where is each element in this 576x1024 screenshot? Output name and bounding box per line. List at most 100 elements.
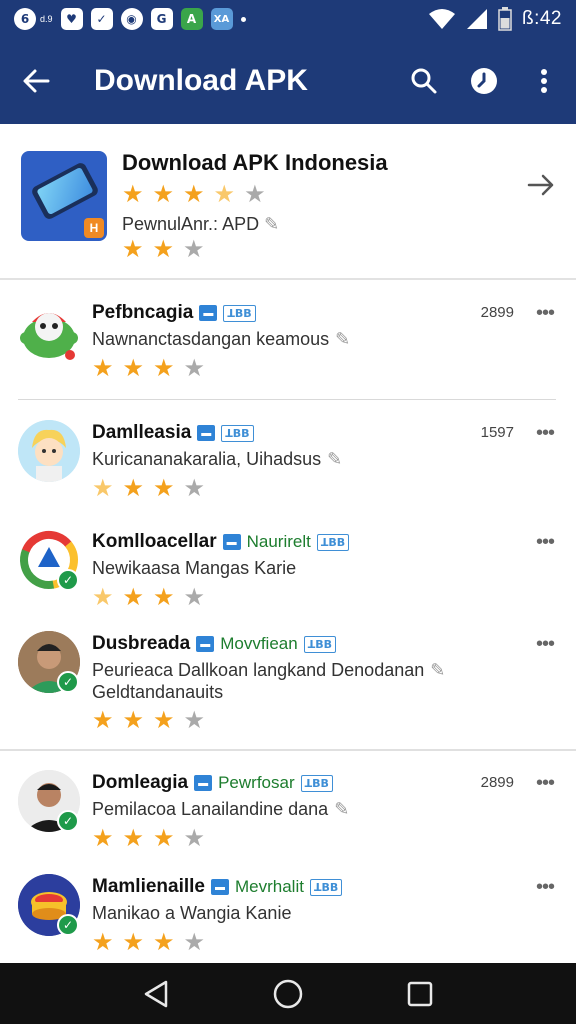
list-item[interactable]: Pefbncagia ▬ ꓕꓐꓐ Nawnanctasdangan keamou… — [0, 300, 576, 410]
star-icon: ★ — [122, 583, 145, 611]
app-rating: ★ ★ ★ ★ — [92, 929, 205, 955]
app-name: Dusbreada — [92, 633, 191, 654]
app-name: Pefbncagia — [92, 302, 194, 323]
star-icon: ★ — [183, 928, 206, 956]
star-icon: ★ — [244, 180, 266, 208]
star-icon: ★ — [122, 824, 145, 852]
history-button[interactable] — [458, 55, 510, 107]
verified-check-icon: ✓ — [57, 914, 79, 936]
status-heart-icon: ♥ — [60, 8, 83, 30]
star-icon: ★ — [153, 824, 175, 852]
star-icon: ★ — [213, 180, 236, 208]
tag-flag-icon: ▬ — [222, 534, 241, 550]
tag-flag-icon: ▬ — [211, 879, 229, 895]
verified-check-icon: ✓ — [57, 569, 79, 591]
app-description-line2: Geldtandanauits — [92, 682, 224, 702]
star-icon: ★ — [153, 474, 175, 502]
star-icon: ★ — [153, 928, 175, 956]
tag-box: ꓕꓐꓐ — [316, 533, 350, 551]
tag-label: Mevrhalit — [235, 877, 304, 896]
status-check-icon: ✓ — [90, 8, 113, 30]
more-horiz-icon[interactable]: ••• — [536, 302, 555, 325]
star-icon: ★ — [153, 583, 175, 611]
tag-label: Movvfiean — [220, 634, 298, 653]
star-icon: ★ — [153, 354, 175, 382]
tag-box: ꓕꓐꓐ — [309, 878, 343, 896]
list-item[interactable]: ✓ Domleagia ▬ Pewrfosar ꓕꓐꓐ Pemilacoa La… — [0, 770, 576, 880]
nav-home-button[interactable] — [266, 972, 310, 1016]
star-icon: ★ — [152, 235, 175, 263]
star-icon: ★ — [92, 354, 114, 382]
more-horiz-icon[interactable]: ••• — [536, 633, 555, 656]
cartoon-face-icon — [18, 420, 80, 482]
back-triangle-icon — [144, 980, 168, 1007]
star-icon: ★ — [122, 235, 144, 263]
search-button[interactable] — [398, 55, 450, 107]
app-description: Peurieaca Dallkoan langkand Denodanan — [92, 660, 425, 680]
app-badge-icon: H — [84, 218, 104, 238]
app-description: Newikaasa Mangas Karie — [92, 558, 297, 578]
featured-rating-bottom: ★ ★ ★ — [122, 236, 205, 262]
app-rating: ★ ★ ★ ★ — [92, 475, 205, 501]
pencil-icon: ✎ — [264, 214, 280, 234]
app-rating: ★ ★ ★ ★ — [92, 355, 205, 381]
download-count: 2899 — [480, 774, 514, 791]
nav-recents-button[interactable] — [398, 972, 442, 1016]
nav-back-button[interactable] — [134, 972, 178, 1016]
robot-avatar — [18, 300, 80, 362]
featured-title: Download APK Indonesia — [122, 150, 388, 175]
more-horiz-icon[interactable]: ••• — [536, 876, 555, 899]
open-featured-button[interactable] — [526, 170, 556, 200]
star-icon: ★ — [92, 583, 114, 611]
status-xa-icon: XA — [210, 8, 233, 30]
app-description: Manikao a Wangia Kanie — [92, 903, 292, 923]
list-item[interactable]: ✓ Dusbreada ▬ Movvfiean ꓕꓐꓐ Peurieaca Da… — [0, 631, 576, 751]
app-rating: ★ ★ ★ ★ — [92, 707, 205, 733]
status-small-label: d.9 — [40, 14, 53, 24]
list-item[interactable]: ✓ Komlloacellar ▬ Naurirelt ꓕꓐꓐ Newikaas… — [0, 529, 576, 639]
app-description: Kuricananakaralia, Uihadsus — [92, 449, 322, 469]
more-horiz-icon[interactable]: ••• — [536, 531, 555, 554]
tag-flag-icon: ▬ — [194, 775, 213, 791]
pencil-icon: ✎ — [335, 329, 351, 349]
star-icon: ★ — [92, 824, 114, 852]
app-rating: ★ ★ ★ ★ — [92, 825, 205, 851]
tag-flag-icon: ▬ — [199, 305, 218, 321]
status-g-icon: G — [150, 8, 173, 30]
arrow-back-icon — [23, 69, 50, 93]
battery-icon — [498, 7, 512, 31]
featured-rating-top: ★ ★ ★ ★ ★ — [122, 181, 266, 207]
list-item[interactable]: Damlleasia ▬ ꓕꓐꓐ Kuricananakaralia, Uiha… — [0, 420, 576, 530]
status-icons-left: 6 d.9 ♥ ✓ ◉ G A XA — [14, 8, 246, 30]
phone-app-icon: H — [21, 151, 107, 241]
status-bar: 6 d.9 ♥ ✓ ◉ G A XA ß:42 — [0, 0, 576, 38]
star-icon: ★ — [92, 474, 114, 502]
status-time: ß:42 — [521, 8, 562, 29]
featured-app-card[interactable]: H Download APK Indonesia ★ ★ ★ ★ ★ PewnulAnr… — [0, 124, 576, 280]
star-icon: ★ — [152, 180, 175, 208]
star-icon: ★ — [153, 706, 175, 734]
section-divider — [0, 749, 576, 751]
back-button[interactable] — [4, 49, 68, 113]
signal-icon — [466, 9, 487, 29]
star-icon: ★ — [183, 354, 206, 382]
pencil-icon: ✎ — [334, 799, 350, 819]
more-vert-icon — [541, 69, 547, 93]
download-count: 2899 — [480, 304, 514, 321]
more-horiz-icon[interactable]: ••• — [536, 422, 555, 445]
app-description: Pemilacoa Lanailandine dana — [92, 799, 329, 819]
featured-subtitle-text: PewnulAnr.: APD — [122, 214, 260, 234]
tag-label: Pewrfosar — [218, 773, 295, 792]
star-icon: ★ — [183, 824, 206, 852]
app-name: Mamlienaille — [92, 876, 205, 897]
list-item[interactable]: ✓ Mamlienaille ▬ Mevrhalit ꓕꓐꓐ Manikao a… — [0, 874, 576, 960]
star-icon: ★ — [122, 706, 145, 734]
tag-box: ꓕꓐꓐ — [223, 304, 256, 322]
star-icon: ★ — [183, 235, 205, 263]
more-horiz-icon[interactable]: ••• — [536, 772, 555, 795]
download-count: 1597 — [480, 424, 514, 441]
star-icon: ★ — [183, 180, 205, 208]
more-options-button[interactable] — [518, 55, 570, 107]
app-bar-actions — [398, 55, 570, 107]
tag-label: Naurirelt — [246, 532, 311, 551]
